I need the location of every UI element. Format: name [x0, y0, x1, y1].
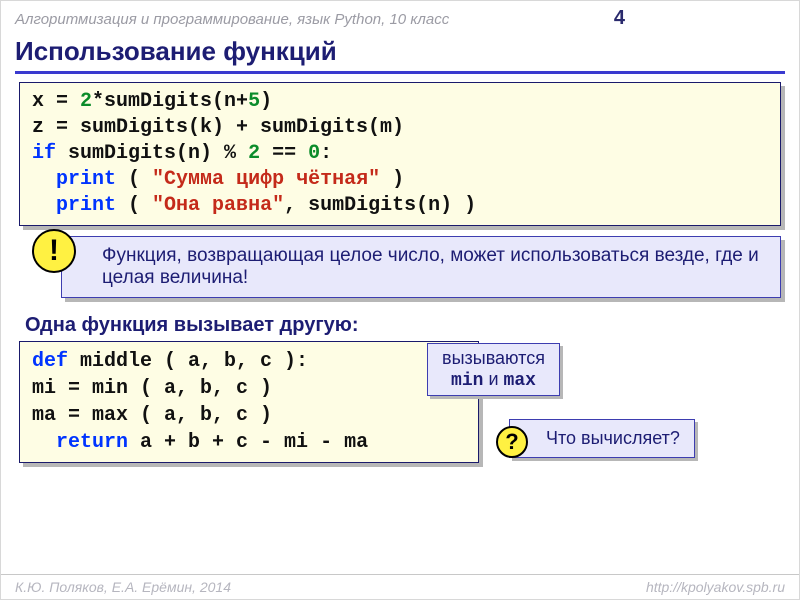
question-icon: ? — [496, 426, 528, 458]
code-block-usage: x = 2*sumDigits(n+5) z = sumDigits(k) + … — [19, 82, 781, 226]
title-rule — [15, 71, 785, 74]
callout-line: вызываются — [442, 348, 545, 369]
note-box: ! Функция, возвращающая целое число, мож… — [61, 236, 781, 298]
subheading: Одна функция вызывает другую: — [1, 308, 799, 341]
code-line: z = sumDigits(k) + sumDigits(m) — [32, 115, 768, 141]
code-line: if sumDigits(n) % 2 == 0: — [32, 141, 768, 167]
footer-authors: К.Ю. Поляков, Е.А. Ерёмин, 2014 — [15, 579, 231, 595]
code-line: mi = min ( a, b, c ) — [32, 375, 466, 402]
course-label: Алгоритмизация и программирование, язык … — [15, 11, 614, 28]
code-line: print ( "Она равна", sumDigits(n) ) — [32, 193, 768, 219]
callout-min-max: вызываются min и max — [427, 343, 560, 396]
footer-url: http://kpolyakov.spb.ru — [646, 579, 785, 595]
code-line: ma = max ( a, b, c ) — [32, 402, 466, 429]
code-line: return a + b + c - mi - ma — [32, 429, 466, 456]
code-line: print ( "Сумма цифр чётная" ) — [32, 167, 768, 193]
slide-footer: К.Ю. Поляков, Е.А. Ерёмин, 2014 http://k… — [1, 574, 799, 599]
page-number: 4 — [614, 7, 785, 30]
callout-line: min и max — [442, 369, 545, 391]
lower-row: def middle ( a, b, c ): mi = min ( a, b,… — [19, 341, 781, 463]
code-line: def middle ( a, b, c ): — [32, 348, 466, 375]
exclamation-icon: ! — [32, 229, 76, 273]
slide-title: Использование функций — [1, 32, 799, 69]
question-text: Что вычисляет? — [546, 428, 680, 448]
code-block-middle: def middle ( a, b, c ): mi = min ( a, b,… — [19, 341, 479, 463]
note-text: Функция, возвращающая целое число, может… — [102, 245, 759, 288]
question-box: ? Что вычисляет? — [509, 419, 695, 458]
code-line: x = 2*sumDigits(n+5) — [32, 89, 768, 115]
slide-header: Алгоритмизация и программирование, язык … — [1, 1, 799, 32]
